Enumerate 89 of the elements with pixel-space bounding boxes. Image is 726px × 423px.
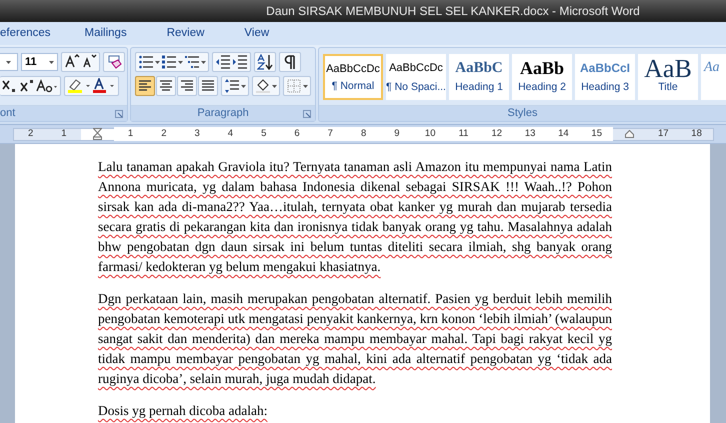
bullets-icon[interactable] [138, 54, 154, 70]
style-preview: AaB [644, 58, 692, 78]
style-preview: AaBbCcI [580, 60, 630, 77]
color-buttons[interactable] [64, 76, 119, 96]
ruler-number: 4 [214, 126, 248, 142]
format-buttons[interactable] [0, 76, 61, 96]
ruler-number: 6 [280, 126, 314, 142]
font-color-icon[interactable] [92, 78, 116, 94]
highlighter-icon[interactable] [67, 78, 91, 94]
ruler-number: 18 [690, 126, 703, 141]
body-paragraph: Lalu tanaman apakah Graviola itu? Ternyata tanaman asli Amazon itu mempunyai nama Latin Annona muricata, yg dalam bahasa Indonesia dikenal sebagai SIRSAK !!! Waah..!? Pohon sirsak kan ada di-mana2?? Yaa…itulah, ternyata obat kanker yg murah dan mujarab tersedia secara gratis di pekarangan kita dan ironisnya tidak banyak orang yg tahu. Masalahnya adalah bhw pengobatan dgn daun sirsak ini belum tuntas diteliti secara ilmiah, shg banyak orang farmasi/ kedokteran yg belum mengakui khasiatnya. [98, 158, 612, 276]
ruler-number: 2 [27, 126, 34, 141]
ribbon-tab[interactable]: eferences [0, 24, 65, 42]
style-preview: AaBbCcDc [389, 61, 443, 76]
caret-icon [155, 60, 160, 64]
caret-icon [6, 60, 11, 64]
ruler-number: 12 [480, 126, 514, 142]
style-preview: AaBb [520, 58, 564, 78]
style-gallery-item[interactable]: AaBbCcDc ¶ No Spaci... [386, 54, 446, 100]
caret-icon [201, 60, 206, 64]
superscript-icon[interactable] [19, 78, 35, 94]
style-preview: AaBbC [455, 59, 503, 78]
ruler-number: 9 [380, 126, 414, 142]
line-spacing-button[interactable] [221, 76, 249, 96]
ruler-number: 1 [114, 126, 148, 142]
ruler-number: 1 [60, 126, 68, 141]
ruler-number: 5 [247, 126, 280, 142]
style-name: Heading 3 [581, 80, 629, 96]
style-name: Heading 1 [455, 80, 503, 96]
indent-buttons[interactable] [212, 52, 251, 72]
style-preview: Aa [704, 59, 720, 77]
indent-marker-icon[interactable] [92, 128, 102, 140]
style-gallery-item[interactable]: Aa [701, 54, 726, 100]
ruler-number: 8 [346, 126, 380, 142]
right-indent-marker-icon[interactable] [625, 130, 634, 138]
style-preview: AaBbCcDc [326, 62, 380, 77]
ruler-number: 11 [446, 126, 480, 142]
caret-icon [49, 60, 54, 64]
align-button[interactable] [135, 76, 155, 96]
list-buttons[interactable] [135, 52, 209, 72]
increase-indent-icon[interactable] [232, 54, 248, 70]
caret-icon [303, 84, 308, 88]
ruler-number: 10 [414, 126, 447, 142]
group-label: ont [0, 106, 16, 122]
style-name: ¶ Normal [332, 79, 374, 94]
ruler-number: 17 [657, 126, 670, 141]
ribbon-tab[interactable]: View [224, 24, 290, 42]
align-button[interactable] [177, 76, 197, 96]
grow-font-icon[interactable] [64, 54, 80, 70]
style-gallery-item[interactable]: AaBbC Heading 1 [449, 54, 509, 100]
ruler-number: 15 [580, 126, 614, 142]
style-gallery-item[interactable]: AaBbCcDc ¶ Normal [323, 54, 383, 100]
ribbon-tab[interactable]: Review [146, 24, 224, 42]
shrink-font-icon[interactable] [81, 54, 97, 70]
multilevel-list-icon[interactable] [184, 54, 200, 70]
decrease-indent-icon[interactable] [215, 54, 231, 70]
align-button[interactable] [198, 76, 218, 96]
body-paragraph: Dgn perkataan lain, masih merupakan pengobatan alternatif. Pasien yg berduit lebih memilih pengobatan kemoterapi utk mengatasi penyakit kankernya, krn konon ‘lebih ilmiah’ (walaupun sangat sakit dan menderita) dan mereka mampu membayar mahal. Tapi bagi rakyat kecil yg tidak mampu membayar pengobatan yg mahal, kini ada alternatif pengobatan yg ‘tidak ada ruginya dicoba’, selain murah, juga mudah didapat. [98, 290, 612, 388]
font-size-dropdown[interactable]: 11 [21, 53, 58, 71]
group-label: Paragraph [197, 106, 249, 122]
ruler-number: 13 [513, 126, 547, 142]
caret-icon [272, 84, 277, 88]
style-name: ¶ No Spaci... [386, 80, 446, 96]
line-spacing-icon[interactable] [224, 78, 240, 94]
subscript-icon[interactable] [2, 78, 18, 94]
align-button[interactable] [156, 76, 176, 96]
caret-icon [178, 60, 183, 64]
ribbon-tab[interactable]: Mailings [64, 24, 147, 42]
ruler-number: 2 [147, 126, 180, 142]
style-gallery-item[interactable]: AaBbCcI Heading 3 [575, 54, 635, 100]
dialog-launcher-icon[interactable] [115, 110, 123, 118]
shading-button[interactable] [252, 76, 280, 96]
ruler-number: 14 [546, 126, 580, 142]
caret-icon [241, 84, 246, 88]
group-label: Styles [508, 106, 538, 121]
numbering-icon[interactable] [161, 54, 177, 70]
font-name-dropdown[interactable] [0, 53, 18, 71]
ruler-number: 7 [314, 126, 347, 142]
change-case-icon[interactable] [36, 78, 58, 94]
style-name: Heading 2 [518, 80, 566, 96]
style-name: Title [658, 80, 678, 96]
ruler-number: 3 [180, 126, 214, 142]
font-size-buttons[interactable] [61, 52, 100, 72]
body-paragraph: Dosis yg pernah dicoba adalah: [98, 402, 268, 420]
borders-icon[interactable] [286, 78, 302, 94]
style-gallery-item[interactable]: AaB Title [638, 54, 698, 100]
window-title: Daun SIRSAK MEMBUNUH SEL SEL KANKER.docx - Microsoft Word [265, 3, 640, 20]
dialog-launcher-icon[interactable] [303, 110, 311, 118]
style-gallery-item[interactable]: AaBb Heading 2 [512, 54, 572, 100]
